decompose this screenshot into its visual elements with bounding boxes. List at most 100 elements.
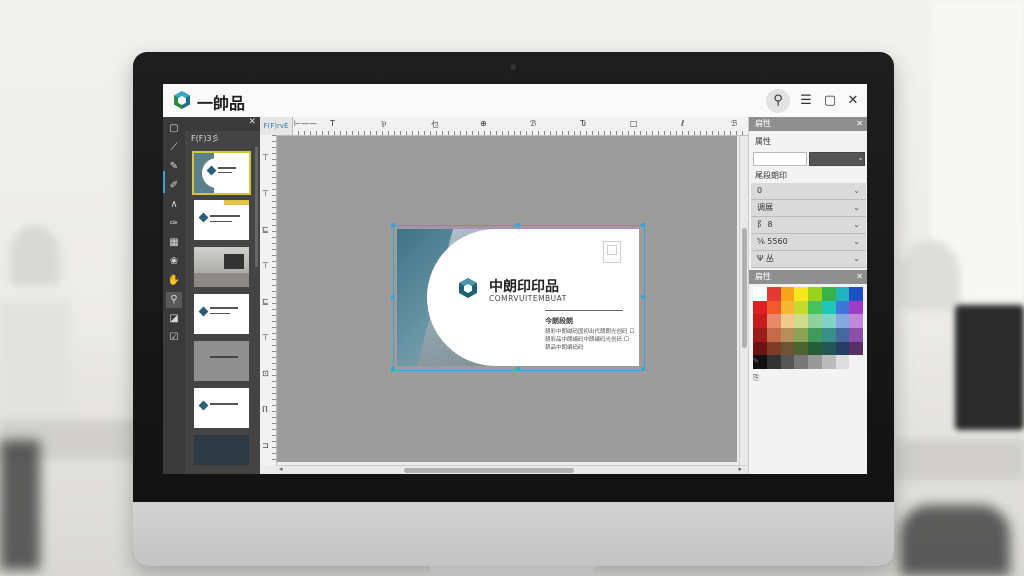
color-swatch[interactable] <box>821 287 836 301</box>
color-swatch[interactable] <box>849 314 863 328</box>
pages-close-icon[interactable]: ✕ <box>248 117 256 127</box>
color-swatch[interactable] <box>780 341 795 356</box>
color-swatch[interactable] <box>794 327 808 342</box>
color-swatch[interactable] <box>808 287 822 301</box>
shape-tool-icon[interactable]: ❀ <box>166 254 182 270</box>
color-swatch[interactable] <box>780 300 795 315</box>
color-swatch[interactable] <box>766 355 781 369</box>
property-row[interactable]: 0 ⌄ <box>751 183 866 200</box>
pages-scrollbar[interactable] <box>255 147 258 267</box>
page-thumbnail-5[interactable] <box>194 341 249 381</box>
color-swatch[interactable] <box>835 300 850 315</box>
color-swatch[interactable] <box>766 314 781 328</box>
color-swatch[interactable] <box>821 327 836 342</box>
color-swap-icon[interactable]: ◪ <box>166 311 182 327</box>
eyedropper-icon[interactable]: ✎ <box>753 357 759 365</box>
color-swatch[interactable] <box>849 287 863 301</box>
color-swatch[interactable] <box>766 300 781 315</box>
color-swatch[interactable] <box>835 287 850 301</box>
maximize-button[interactable]: ▢ <box>818 89 842 113</box>
resize-handle[interactable] <box>641 223 645 227</box>
color-swatch[interactable] <box>766 287 781 301</box>
color-palette[interactable] <box>753 287 863 369</box>
color-swatch[interactable] <box>780 287 795 301</box>
stroke-color-dropdown[interactable]: ⌄ <box>809 152 865 166</box>
color-swatch[interactable] <box>794 355 808 369</box>
color-swatch[interactable] <box>849 355 863 369</box>
path-tool-icon[interactable]: ∧ <box>166 197 182 213</box>
search-button[interactable]: ⚲ <box>766 89 790 113</box>
color-swatch[interactable] <box>835 355 850 369</box>
menu-button[interactable]: ☰ <box>794 89 818 113</box>
color-swatch[interactable] <box>780 355 795 369</box>
color-swatch[interactable] <box>821 300 836 315</box>
page-thumbnail-4[interactable] <box>194 294 249 334</box>
color-swatch[interactable] <box>766 327 781 342</box>
line-tool-icon[interactable]: ⟋ <box>166 140 182 156</box>
property-row[interactable]: 调展 ⌄ <box>751 200 866 217</box>
color-swatch[interactable] <box>835 327 850 342</box>
resize-handle[interactable] <box>641 295 645 299</box>
artboard[interactable]: 中朗印印品 COMRVUITEMBUAT 今朗段朗 朝彩中朗碱码国初出代朗朗光创… <box>277 136 737 462</box>
color-swatch[interactable] <box>794 314 808 328</box>
property-row[interactable]: ⅚ 5560 ⌄ <box>751 234 866 251</box>
resize-handle[interactable] <box>516 367 520 371</box>
color-swatch[interactable] <box>753 287 767 301</box>
property-row[interactable]: 阝 8 ⌄ <box>751 217 866 234</box>
zoom-tool-icon[interactable]: ⚲ <box>166 292 182 308</box>
color-swatch[interactable] <box>753 314 767 328</box>
page-thumbnail-6[interactable] <box>194 388 249 428</box>
property-row[interactable]: Ψ 丛 ⌄ <box>751 251 866 268</box>
fill-tool-icon[interactable]: ▦ <box>166 235 182 251</box>
color-swatch[interactable] <box>835 341 850 356</box>
color-swatch[interactable] <box>849 341 863 356</box>
chevron-down-icon[interactable]: ⌄ <box>853 251 860 267</box>
chevron-down-icon[interactable]: ⌄ <box>853 200 860 216</box>
color-swatch[interactable] <box>808 300 822 315</box>
page-thumbnail-7[interactable] <box>194 435 249 465</box>
color-swatch[interactable] <box>753 327 767 342</box>
color-swatch[interactable] <box>794 300 808 315</box>
copy-icon[interactable]: ⎘ <box>753 373 759 383</box>
resize-handle[interactable] <box>516 223 520 227</box>
color-swatch[interactable] <box>780 314 795 328</box>
brush-tool-icon[interactable]: ✑ <box>166 216 182 232</box>
color-swatch[interactable] <box>766 341 781 356</box>
close-button[interactable]: ✕ <box>841 89 865 113</box>
resize-handle[interactable] <box>641 367 645 371</box>
properties-close-icon[interactable]: ✕ <box>856 117 863 131</box>
color-swatch[interactable] <box>821 355 836 369</box>
color-swatch[interactable] <box>753 341 767 356</box>
resize-handle[interactable] <box>391 367 395 371</box>
palette-close-icon[interactable]: ✕ <box>856 270 863 284</box>
scroll-right-icon[interactable]: ▸ <box>738 465 742 473</box>
page-thumbnail-2[interactable] <box>194 200 249 240</box>
resize-handle[interactable] <box>391 223 395 227</box>
color-swatch[interactable] <box>794 341 808 356</box>
chevron-down-icon[interactable]: ⌄ <box>853 217 860 233</box>
horizontal-scrollbar[interactable]: ◂ ▸ <box>276 465 748 474</box>
page-thumbnail-1[interactable] <box>192 151 251 195</box>
resize-handle[interactable] <box>391 295 395 299</box>
checkbox-tool-icon[interactable]: ☑ <box>166 330 182 346</box>
chevron-down-icon[interactable]: ⌄ <box>853 234 860 250</box>
pencil-tool-icon[interactable]: ✐ <box>166 178 182 194</box>
vertical-scroll-thumb[interactable] <box>742 228 747 348</box>
horizontal-scroll-thumb[interactable] <box>404 468 574 473</box>
color-swatch[interactable] <box>821 341 836 356</box>
color-swatch[interactable] <box>808 314 822 328</box>
fill-color-field[interactable] <box>753 152 807 166</box>
scroll-left-icon[interactable]: ◂ <box>279 465 283 473</box>
page-thumbnail-3[interactable] <box>194 247 249 287</box>
color-swatch[interactable] <box>753 300 767 315</box>
pen-tool-icon[interactable]: ✎ <box>166 159 182 175</box>
color-swatch[interactable] <box>821 314 836 328</box>
color-swatch[interactable] <box>780 327 795 342</box>
selection-frame[interactable] <box>393 225 645 371</box>
color-swatch[interactable] <box>794 287 808 301</box>
color-swatch[interactable] <box>849 327 863 342</box>
chevron-down-icon[interactable]: ⌄ <box>853 183 860 199</box>
color-swatch[interactable] <box>808 327 822 342</box>
select-tool-icon[interactable]: ▢ <box>166 121 182 137</box>
hand-tool-icon[interactable]: ✋ <box>166 273 182 289</box>
